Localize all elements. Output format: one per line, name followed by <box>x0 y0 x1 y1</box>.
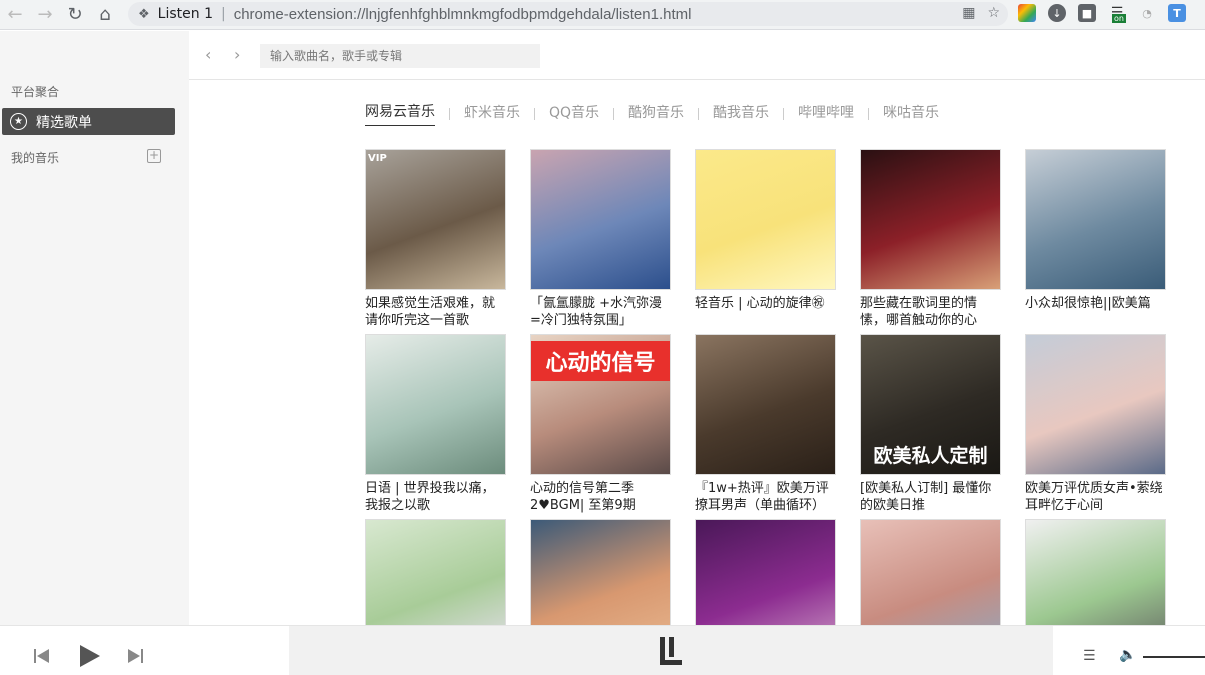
playlist-cover-image[interactable] <box>1025 149 1166 290</box>
playlist-cover-image[interactable] <box>1025 334 1166 475</box>
tab-separator <box>783 107 785 120</box>
playlist-cover-image[interactable]: 欧美私人定制 <box>860 334 1001 475</box>
tab-separator <box>868 107 870 120</box>
back-arrow-icon[interactable]: ← <box>0 0 30 30</box>
playlist-cover-image[interactable] <box>365 334 506 475</box>
extension-on-badge: on <box>1112 14 1126 23</box>
playlist-cover-image[interactable] <box>860 149 1001 290</box>
my-music-section-label: 我的音乐 <box>11 151 60 165</box>
play-icon[interactable] <box>79 644 101 668</box>
playlist-cover-image[interactable]: 心动的信号 <box>530 334 671 475</box>
playlist-card[interactable]: 那些藏在歌词里的情愫，哪首触动你的心 <box>860 149 1001 329</box>
reload-icon[interactable]: ↻ <box>60 0 90 30</box>
tab-platform[interactable]: 哔哩哔哩 <box>798 102 854 126</box>
platform-section-label: 平台聚合 <box>11 85 60 99</box>
tab-separator <box>698 107 700 120</box>
bookmark-star-icon[interactable]: ☆ <box>987 5 1000 21</box>
translate-t-icon[interactable]: T <box>1168 4 1186 22</box>
tab-separator <box>449 107 450 120</box>
playlist-cover-image[interactable] <box>530 149 671 290</box>
list-extension-icon[interactable]: ☰ on <box>1108 4 1126 23</box>
previous-track-icon[interactable] <box>34 648 50 664</box>
title-separator: | <box>220 6 226 22</box>
forward-arrow-icon[interactable]: → <box>30 0 60 30</box>
vip-badge: VIP <box>368 153 387 164</box>
player-bar: ☰ 🔈 <box>0 625 1205 675</box>
tab-platform[interactable]: 酷狗音乐 <box>628 102 684 126</box>
playlist-card[interactable]: 欧美私人定制 [欧美私人订制] 最懂你的欧美日推 <box>860 334 1001 514</box>
main-header: ‹ › <box>189 31 1205 80</box>
page-title: Listen 1 <box>157 6 213 22</box>
playlist-title[interactable]: 欧美万评优质女声•萦绕耳畔忆于心间 <box>1025 480 1166 514</box>
translate-icon[interactable]: ▦ <box>962 5 975 21</box>
sidebar-item-featured-playlists[interactable]: ★ 精选歌单 <box>2 108 175 135</box>
back-chevron-icon[interactable]: ‹ <box>205 45 211 64</box>
playlist-title[interactable]: 『1w+热评』欧美万评撩耳男声（单曲循环） <box>695 480 836 514</box>
playlist-cover-image[interactable]: VIP <box>365 149 506 290</box>
platform-tabs: 网易云音乐 虾米音乐 QQ音乐 酷狗音乐 酷我音乐 哔哩哔哩 咪咕音乐 <box>365 101 939 126</box>
playlist-title[interactable]: 如果感觉生活艰难，就请你听完这一首歌 <box>365 295 506 329</box>
tab-platform[interactable]: 网易云音乐 <box>365 101 435 126</box>
playlist-title[interactable]: [欧美私人订制] 最懂你的欧美日推 <box>860 480 1001 514</box>
playlist-title[interactable]: 心动的信号第二季 2♥BGM| 至第9期 <box>530 480 671 514</box>
playlist-card[interactable]: 欧美万评优质女声•萦绕耳畔忆于心间 <box>1025 334 1166 514</box>
gauge-icon[interactable]: ◔ <box>1138 4 1156 22</box>
tab-platform[interactable]: 酷我音乐 <box>713 102 769 126</box>
playlist-queue-icon[interactable]: ☰ <box>1083 648 1096 664</box>
playlist-title[interactable]: 小众却很惊艳||欧美篇 <box>1025 295 1166 329</box>
now-playing-area[interactable] <box>289 626 1053 675</box>
address-bar[interactable]: ❖ Listen 1 | chrome-extension://lnjgfenh… <box>128 2 1008 26</box>
tab-platform[interactable]: 咪咕音乐 <box>883 102 939 126</box>
home-icon[interactable]: ⌂ <box>90 0 120 30</box>
extension-colorful-icon[interactable] <box>1018 4 1036 22</box>
gamepad-icon[interactable]: ■ <box>1078 4 1096 22</box>
playlist-card[interactable]: 小众却很惊艳||欧美篇 <box>1025 149 1166 329</box>
playlist-cover-image[interactable] <box>695 334 836 475</box>
playlist-title[interactable]: 那些藏在歌词里的情愫，哪首触动你的心 <box>860 295 1001 329</box>
volume-slider[interactable] <box>1143 656 1205 658</box>
url-text: chrome-extension://lnjgfenhfghblmnkmgfod… <box>233 5 692 23</box>
playlist-title[interactable]: 轻音乐 | 心动的旋律㊗ <box>695 295 836 329</box>
playlist-card[interactable]: 『1w+热评』欧美万评撩耳男声（单曲循环） <box>695 334 836 514</box>
forward-chevron-icon[interactable]: › <box>234 45 240 64</box>
tab-platform[interactable]: QQ音乐 <box>549 102 599 126</box>
playlist-title[interactable]: 日语 | 世界投我以痛，我报之以歌 <box>365 480 506 514</box>
playlist-card[interactable]: 日语 | 世界投我以痛，我报之以歌 <box>365 334 506 514</box>
download-icon[interactable]: ↓ <box>1048 4 1066 22</box>
tab-platform[interactable]: 虾米音乐 <box>464 102 520 126</box>
star-icon: ★ <box>10 113 27 130</box>
volume-icon[interactable]: 🔈 <box>1119 647 1136 663</box>
playlist-card[interactable]: VIP 如果感觉生活艰难，就请你听完这一首歌 <box>365 149 506 329</box>
browser-toolbar: ← → ↻ ⌂ ❖ Listen 1 | chrome-extension://… <box>0 0 1205 30</box>
playlist-title[interactable]: 「氤氲朦胧 +水汽弥漫=冷门独特氛围」 <box>530 295 671 329</box>
cover-overlay-text: 欧美私人定制 <box>873 445 988 467</box>
search-input[interactable] <box>260 44 540 68</box>
extension-puzzle-icon: ❖ <box>138 6 150 22</box>
tab-separator <box>534 107 535 120</box>
cover-overlay-text: 心动的信号 <box>531 341 670 381</box>
add-playlist-icon[interactable]: + <box>147 149 161 163</box>
playlist-cover-image[interactable] <box>695 149 836 290</box>
sidebar-item-label: 精选歌单 <box>36 114 92 131</box>
listen1-logo-icon <box>660 636 682 665</box>
tab-separator <box>613 107 615 120</box>
playlist-card[interactable]: 心动的信号心动的信号第二季 2♥BGM| 至第9期 <box>530 334 671 514</box>
playlist-card[interactable]: 「氤氲朦胧 +水汽弥漫=冷门独特氛围」 <box>530 149 671 329</box>
playlist-card[interactable]: 轻音乐 | 心动的旋律㊗ <box>695 149 836 329</box>
next-track-icon[interactable] <box>127 648 143 664</box>
sidebar: 平台聚合 ★ 精选歌单 我的音乐 + <box>0 31 189 625</box>
